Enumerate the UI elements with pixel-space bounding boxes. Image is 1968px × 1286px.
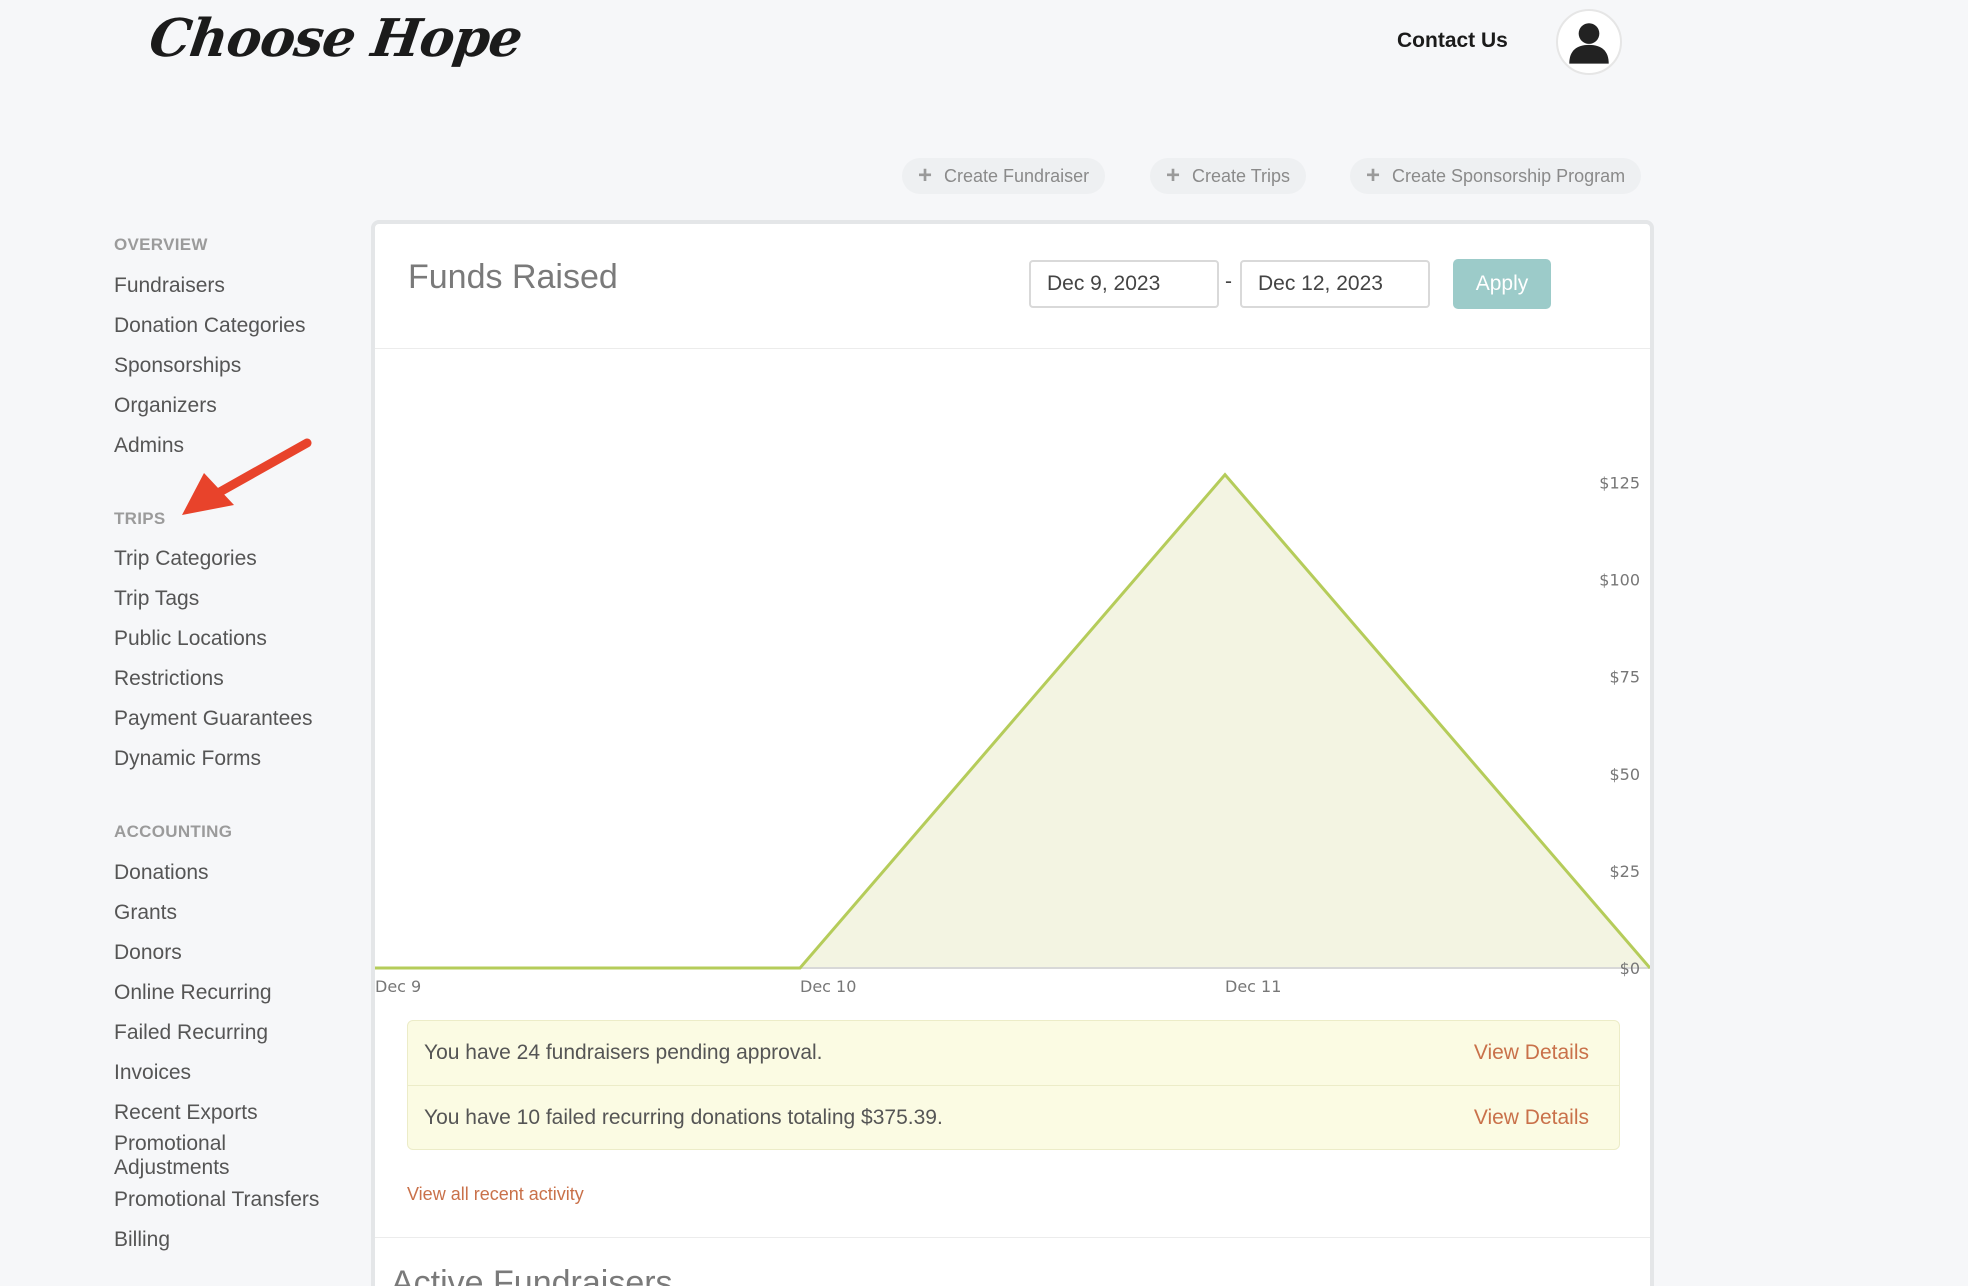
start-date-input[interactable]: Dec 9, 2023 bbox=[1029, 260, 1219, 308]
create-sponsorship-label: Create Sponsorship Program bbox=[1392, 165, 1626, 186]
sidebar-item-online-recurring[interactable]: Online Recurring bbox=[114, 981, 272, 1005]
alerts-box: You have 24 fundraisers pending approval… bbox=[407, 1020, 1620, 1150]
sidebar-section-accounting: ACCOUNTING bbox=[114, 822, 233, 841]
sidebar-item-public-locations[interactable]: Public Locations bbox=[114, 627, 267, 651]
sidebar-item-donation-categories[interactable]: Donation Categories bbox=[114, 314, 305, 338]
funds-raised-chart: $125 $100 $75 $50 $25 $0 Dec 9 Dec 10 Dec 11 bbox=[375, 472, 1650, 996]
sidebar-item-payment-guarantees[interactable]: Payment Guarantees bbox=[114, 707, 312, 731]
alert-message: You have 10 failed recurring donations t… bbox=[424, 1105, 943, 1129]
brand-logo[interactable]: Choose Hope bbox=[146, 8, 526, 69]
create-trips-label: Create Trips bbox=[1192, 165, 1291, 186]
sidebar-item-failed-recurring[interactable]: Failed Recurring bbox=[114, 1021, 268, 1045]
view-all-recent-activity-link[interactable]: View all recent activity bbox=[407, 1184, 584, 1205]
chart-x-tick-label: Dec 10 bbox=[800, 977, 856, 996]
chart-x-tick-label: Dec 11 bbox=[1225, 977, 1281, 996]
chart-x-tick-label: Dec 9 bbox=[375, 977, 421, 996]
end-date-input[interactable]: Dec 12, 2023 bbox=[1240, 260, 1430, 308]
sidebar-item-admins[interactable]: Admins bbox=[114, 434, 184, 458]
sidebar-item-promotional-transfers[interactable]: Promotional Transfers bbox=[114, 1188, 319, 1212]
create-trips-button[interactable]: + Create Trips bbox=[1150, 158, 1307, 194]
alert-message: You have 24 fundraisers pending approval… bbox=[424, 1041, 823, 1064]
annotation-arrow-icon bbox=[182, 438, 312, 515]
sidebar-item-sponsorships[interactable]: Sponsorships bbox=[114, 354, 241, 378]
chart-y-tick-label: $100 bbox=[1599, 571, 1640, 590]
chart-y-tick-label: $0 bbox=[1620, 959, 1640, 978]
chart-y-tick-label: $75 bbox=[1609, 668, 1640, 687]
sidebar-item-fundraisers[interactable]: Fundraisers bbox=[114, 274, 225, 298]
sidebar-item-dynamic-forms[interactable]: Dynamic Forms bbox=[114, 747, 261, 771]
contact-us-link[interactable]: Contact Us bbox=[1397, 29, 1508, 53]
panel-divider bbox=[375, 1237, 1650, 1238]
sidebar-item-promotional-adjustments[interactable]: Promotional Adjustments bbox=[114, 1132, 284, 1180]
sidebar-item-organizers[interactable]: Organizers bbox=[114, 394, 217, 418]
panel-title: Funds Raised bbox=[408, 258, 618, 296]
date-separator: - bbox=[1225, 270, 1232, 293]
chart-y-tick-label: $25 bbox=[1609, 862, 1640, 881]
sidebar-item-trip-tags[interactable]: Trip Tags bbox=[114, 587, 199, 611]
sidebar-item-recent-exports[interactable]: Recent Exports bbox=[114, 1101, 258, 1125]
view-details-link[interactable]: View Details bbox=[1474, 1041, 1589, 1065]
chart-y-tick-label: $50 bbox=[1609, 765, 1640, 784]
plus-icon: + bbox=[1366, 162, 1381, 189]
view-details-link[interactable]: View Details bbox=[1474, 1106, 1589, 1130]
sidebar-item-billing[interactable]: Billing bbox=[114, 1228, 170, 1252]
plus-icon: + bbox=[918, 162, 933, 189]
sidebar-item-donors[interactable]: Donors bbox=[114, 941, 182, 965]
active-fundraisers-title: Active Fundraisers bbox=[391, 1264, 673, 1286]
sidebar-item-grants[interactable]: Grants bbox=[114, 901, 177, 925]
sidebar-section-trips: TRIPS bbox=[114, 509, 166, 528]
sidebar-item-restrictions[interactable]: Restrictions bbox=[114, 667, 224, 691]
user-icon bbox=[1569, 23, 1609, 64]
sidebar-item-invoices[interactable]: Invoices bbox=[114, 1061, 191, 1085]
sidebar-section-overview: OVERVIEW bbox=[114, 235, 208, 254]
plus-icon: + bbox=[1166, 162, 1181, 189]
sidebar-item-donations[interactable]: Donations bbox=[114, 861, 209, 885]
alert-row: You have 24 fundraisers pending approval… bbox=[408, 1021, 1619, 1085]
funds-raised-panel: Funds Raised Dec 9, 2023 - Dec 12, 2023 … bbox=[371, 220, 1654, 1286]
alert-row: You have 10 failed recurring donations t… bbox=[408, 1085, 1619, 1149]
create-sponsorship-button[interactable]: + Create Sponsorship Program bbox=[1350, 158, 1642, 194]
create-fundraiser-label: Create Fundraiser bbox=[944, 165, 1090, 186]
apply-button[interactable]: Apply bbox=[1453, 259, 1551, 309]
user-avatar[interactable] bbox=[1556, 9, 1622, 75]
create-fundraiser-button[interactable]: + Create Fundraiser bbox=[902, 158, 1106, 194]
chart-y-tick-label: $125 bbox=[1599, 473, 1640, 492]
sidebar-item-trip-categories[interactable]: Trip Categories bbox=[114, 547, 257, 571]
